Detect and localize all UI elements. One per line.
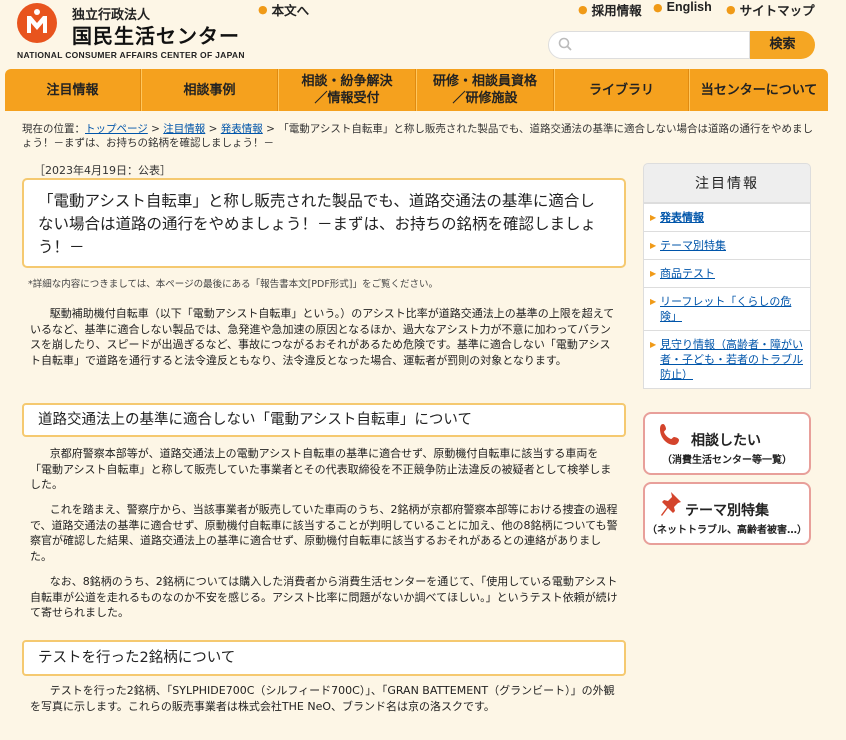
sidebar-item-product-tests[interactable]: ▶ 商品テスト — [644, 260, 810, 288]
sidebar-item-watch-info[interactable]: ▶ 見守り情報（高齢者・障がい者・子ども・若者のトラブル防止） — [644, 331, 810, 388]
breadcrumb-press-link[interactable]: 発表情報 — [221, 123, 263, 135]
section-heading-2: テストを行った2銘柄について — [22, 640, 626, 676]
phone-icon — [660, 424, 679, 445]
section1-paragraph-2: これを踏まえ、警察庁から、当該事業者が販売していた車両のうち、2銘柄が京都府警察… — [30, 503, 618, 563]
breadcrumb-top-link[interactable]: トップページ — [85, 123, 148, 135]
org-name[interactable]: 国民生活センター — [72, 20, 240, 49]
search-icon — [558, 37, 572, 51]
recruit-link[interactable]: ● 採用情報 — [578, 0, 642, 19]
arrow-right-icon: ▶ — [650, 241, 657, 250]
arrow-right-icon: ▶ — [650, 213, 657, 222]
sidebar-item-themes[interactable]: ▶ テーマ別特集 — [644, 232, 810, 260]
nav-library[interactable]: ライブラリ — [554, 69, 689, 111]
bullet-icon: ● — [258, 3, 268, 16]
global-nav: 注目情報 相談事例 相談・紛争解決 ／情報受付 研修・相談員資格 ／研修施設 ラ… — [5, 69, 828, 111]
nav-cases[interactable]: 相談事例 — [141, 69, 278, 111]
nav-training[interactable]: 研修・相談員資格 ／研修施設 — [416, 69, 554, 111]
sitemap-link[interactable]: ● サイトマップ — [726, 0, 815, 19]
section-heading-1: 道路交通法上の基準に適合しない「電動アシスト自転車」について — [22, 403, 626, 437]
theme-feature-title: テーマ別特集 — [685, 503, 769, 519]
nav-about[interactable]: 当センターについて — [689, 69, 828, 111]
arrow-right-icon: ▶ — [650, 340, 657, 349]
search-input[interactable] — [548, 31, 750, 59]
nav-featured[interactable]: 注目情報 — [5, 69, 141, 111]
skip-to-content-link[interactable]: ● 本文へ — [258, 0, 309, 19]
org-logo-icon[interactable] — [17, 3, 57, 43]
publish-date: ［2023年4月19日：公表］ — [34, 164, 171, 177]
bullet-icon: ● — [578, 3, 588, 16]
org-name-english: NATIONAL CONSUMER AFFAIRS CENTER OF JAPA… — [17, 50, 245, 60]
consult-subtitle: （消費生活センター等一覧） — [662, 455, 792, 466]
search-button[interactable]: 検索 — [750, 31, 815, 59]
section2-paragraph-1: テストを行った2銘柄、「SYLPHIDE700C（シルフィード700C）」、「G… — [30, 684, 615, 713]
sidebar-item-press[interactable]: ▶ 発表情報 — [644, 204, 810, 232]
page-title: 「電動アシスト自転車」と称し販売された製品でも、道路交通法の基準に適合しない場合… — [22, 178, 626, 268]
arrow-right-icon: ▶ — [650, 297, 657, 306]
pushpin-icon — [661, 492, 681, 516]
bullet-icon: ● — [726, 3, 736, 16]
sidebar-title: 注目情報 — [643, 163, 811, 203]
nav-consultation[interactable]: 相談・紛争解決 ／情報受付 — [278, 69, 416, 111]
theme-feature-button[interactable]: テーマ別特集 （ネットトラブル、高齢者被害…） — [643, 482, 811, 545]
pdf-note: *詳細な内容につきましては、本ページの最後にある「報告書本文[PDF形式]」をご… — [28, 279, 439, 290]
arrow-right-icon: ▶ — [650, 269, 657, 278]
sidebar-item-leaflet[interactable]: ▶ リーフレット「くらしの危険」 — [644, 288, 810, 331]
consult-title: 相談したい — [691, 433, 761, 449]
intro-paragraph: 駆動補助機付自転車（以下「電動アシスト自転車」という。）のアシスト比率が道路交通… — [30, 307, 615, 367]
bullet-icon: ● — [653, 0, 663, 14]
section1-paragraph-3: なお、8銘柄のうち、2銘柄については購入した消費者から消費生活センターを通じて、… — [30, 575, 618, 619]
breadcrumb: 現在の位置：トップページ > 注目情報 > 発表情報 > 「電動アシスト自転車」… — [22, 123, 814, 149]
english-link[interactable]: ● English — [653, 0, 712, 14]
consult-button[interactable]: 相談したい （消費生活センター等一覧） — [643, 412, 811, 475]
breadcrumb-featured-link[interactable]: 注目情報 — [163, 123, 205, 135]
theme-feature-subtitle: （ネットトラブル、高齢者被害…） — [647, 525, 807, 536]
sidebar-menu: ▶ 発表情報 ▶ テーマ別特集 ▶ 商品テスト ▶ リーフレット「くらしの危険」 ▶ 見守… — [643, 203, 811, 389]
site-header: 独立行政法人 国民生活センター NATIONAL CONSUMER AFFAIR… — [0, 0, 846, 70]
section1-paragraph-1: 京都府警察本部等が、道路交通法上の電動アシスト自転車の基準に適合せず、原動機付自… — [30, 447, 612, 491]
